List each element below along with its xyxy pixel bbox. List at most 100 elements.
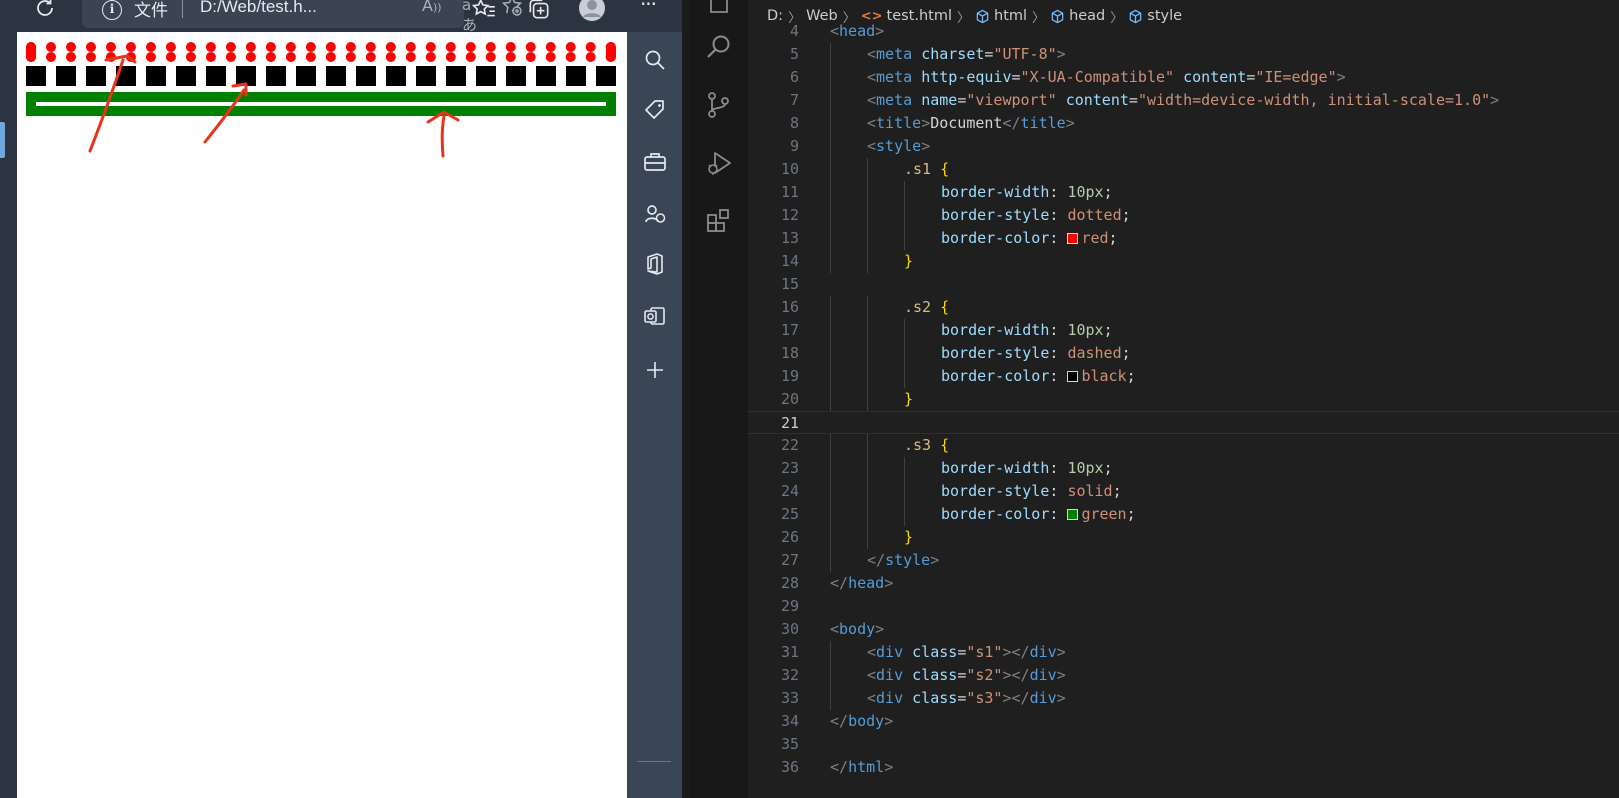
add-favorite-icon[interactable] xyxy=(500,0,524,18)
code-line[interactable]: 12 border-style: dotted; xyxy=(748,204,1619,227)
code-line[interactable]: 31 <div class="s1"></div> xyxy=(748,641,1619,664)
code-line[interactable]: 20} xyxy=(748,388,1619,411)
code-line[interactable]: 14} xyxy=(748,250,1619,273)
address-bar[interactable]: i 文件 D:/Web/test.h... A)) aあ xyxy=(82,0,523,34)
code-line[interactable]: 28 </head> xyxy=(748,572,1619,595)
code-token: div xyxy=(1029,643,1057,661)
code-line[interactable]: 30 <body> xyxy=(748,618,1619,641)
line-number: 15 xyxy=(780,275,799,293)
code-token: : xyxy=(1049,367,1068,385)
code-line[interactable]: 6 <meta http-equiv="X-UA-Compatible" cont… xyxy=(748,66,1619,89)
line-code: <div class="s1"></div> xyxy=(867,641,1066,664)
code-token: : xyxy=(1049,344,1068,362)
line-number: 12 xyxy=(780,206,799,224)
code-line[interactable]: 19 border-color: black; xyxy=(748,365,1619,388)
code-line[interactable]: 15 xyxy=(748,273,1619,296)
collections-icon[interactable] xyxy=(526,0,552,22)
code-token: = xyxy=(957,91,967,109)
code-line[interactable]: 36 </html> xyxy=(748,756,1619,779)
code-line[interactable]: 18 border-style: dashed; xyxy=(748,342,1619,365)
code-line[interactable]: 32 <div class="s2"></div> xyxy=(748,664,1619,687)
color-swatch-icon[interactable] xyxy=(1067,233,1079,244)
indent-guide xyxy=(904,342,905,365)
code-token: = xyxy=(957,666,967,684)
code-line[interactable]: 5 <meta charset="UTF-8"> xyxy=(748,43,1619,66)
code-token: ; xyxy=(1121,344,1131,362)
code-token: dashed xyxy=(1067,344,1122,362)
code-token: div xyxy=(876,666,904,684)
add-icon[interactable] xyxy=(641,356,669,384)
code-token: < xyxy=(867,114,877,132)
code-token: border-style xyxy=(941,206,1050,224)
code-line[interactable]: 17 border-width: 10px; xyxy=(748,319,1619,342)
tools-briefcase-icon[interactable] xyxy=(641,148,669,176)
code-token: > xyxy=(884,574,894,592)
explorer-icon[interactable] xyxy=(704,0,734,16)
more-options-icon[interactable]: ··· xyxy=(636,0,660,15)
shopping-tag-icon[interactable] xyxy=(641,96,669,124)
read-aloud-icon[interactable]: A)) xyxy=(422,0,442,15)
code-line[interactable]: 26} xyxy=(748,526,1619,549)
code-token: content xyxy=(1183,68,1247,86)
site-info-icon[interactable]: i xyxy=(102,0,122,20)
favorites-icon[interactable] xyxy=(471,0,497,22)
code-line[interactable]: 34 </body> xyxy=(748,710,1619,733)
indent-guide xyxy=(830,66,831,89)
vertical-tab-strip xyxy=(0,36,17,798)
code-line[interactable]: 29 xyxy=(748,595,1619,618)
code-token: = xyxy=(957,689,967,707)
color-swatch-icon[interactable] xyxy=(1067,371,1079,382)
browser-window: i 文件 D:/Web/test.h... A)) aあ ··· xyxy=(0,0,685,798)
code-line[interactable]: 25 border-color: green; xyxy=(748,503,1619,526)
code-line[interactable]: 11 border-width: 10px; xyxy=(748,181,1619,204)
code-token: class xyxy=(912,666,958,684)
indent-guide xyxy=(830,342,831,365)
search-icon[interactable] xyxy=(641,46,669,74)
code-token: < xyxy=(830,620,840,638)
code-line[interactable]: 27 </style> xyxy=(748,549,1619,572)
code-token: > xyxy=(1056,666,1066,684)
indent-guide xyxy=(867,434,868,457)
code-line[interactable]: 21 xyxy=(748,411,1619,434)
outlook-icon[interactable] xyxy=(641,302,669,330)
line-code: .s3 { xyxy=(904,434,949,457)
code-line[interactable]: 10 .s1 { xyxy=(748,158,1619,181)
code-line[interactable]: 8 <title>Document</title> xyxy=(748,112,1619,135)
run-debug-icon[interactable] xyxy=(704,148,734,178)
code-token: > xyxy=(1490,91,1500,109)
code-line[interactable]: 7 <meta name="viewport" content="width=de… xyxy=(748,89,1619,112)
color-swatch-icon[interactable] xyxy=(1067,509,1079,520)
code-line[interactable]: 23 border-width: 10px; xyxy=(748,457,1619,480)
office-icon[interactable] xyxy=(641,250,669,278)
indent-guide xyxy=(867,480,868,503)
code-line[interactable]: 13 border-color: red; xyxy=(748,227,1619,250)
code-token: : xyxy=(1049,183,1068,201)
code-line[interactable]: 22 .s3 { xyxy=(748,434,1619,457)
window-splitter[interactable] xyxy=(682,0,1365,798)
source-control-icon[interactable] xyxy=(704,90,734,120)
code-line[interactable]: 4 <head> xyxy=(748,20,1619,43)
code-token: title xyxy=(1020,114,1066,132)
code-token: = xyxy=(1011,68,1021,86)
address-url[interactable]: D:/Web/test.h... xyxy=(200,0,317,17)
search-icon[interactable] xyxy=(704,32,734,62)
code-lines[interactable]: 4 <head> 5 <meta charset="UTF-8"> 6 <meta htt… xyxy=(748,20,1619,779)
profile-avatar-icon[interactable] xyxy=(578,0,606,22)
code-token: 10px xyxy=(1067,321,1104,339)
line-number: 10 xyxy=(780,160,799,178)
refresh-icon[interactable] xyxy=(33,0,57,20)
code-line[interactable]: 9 <style> xyxy=(748,135,1619,158)
code-line[interactable]: 33 <div class="s3"></div> xyxy=(748,687,1619,710)
extensions-icon[interactable] xyxy=(704,206,734,236)
solid-border-div xyxy=(26,92,616,116)
code-token: ; xyxy=(1126,505,1136,523)
code-line[interactable]: 16 .s2 { xyxy=(748,296,1619,319)
games-icon[interactable] xyxy=(641,200,669,228)
code-editor[interactable]: D: 〉 Web 〉 <> test.html 〉 html 〉 head 〉 … xyxy=(748,0,1619,798)
code-line[interactable]: 35 xyxy=(748,733,1619,756)
code-line[interactable]: 24 border-style: solid; xyxy=(748,480,1619,503)
